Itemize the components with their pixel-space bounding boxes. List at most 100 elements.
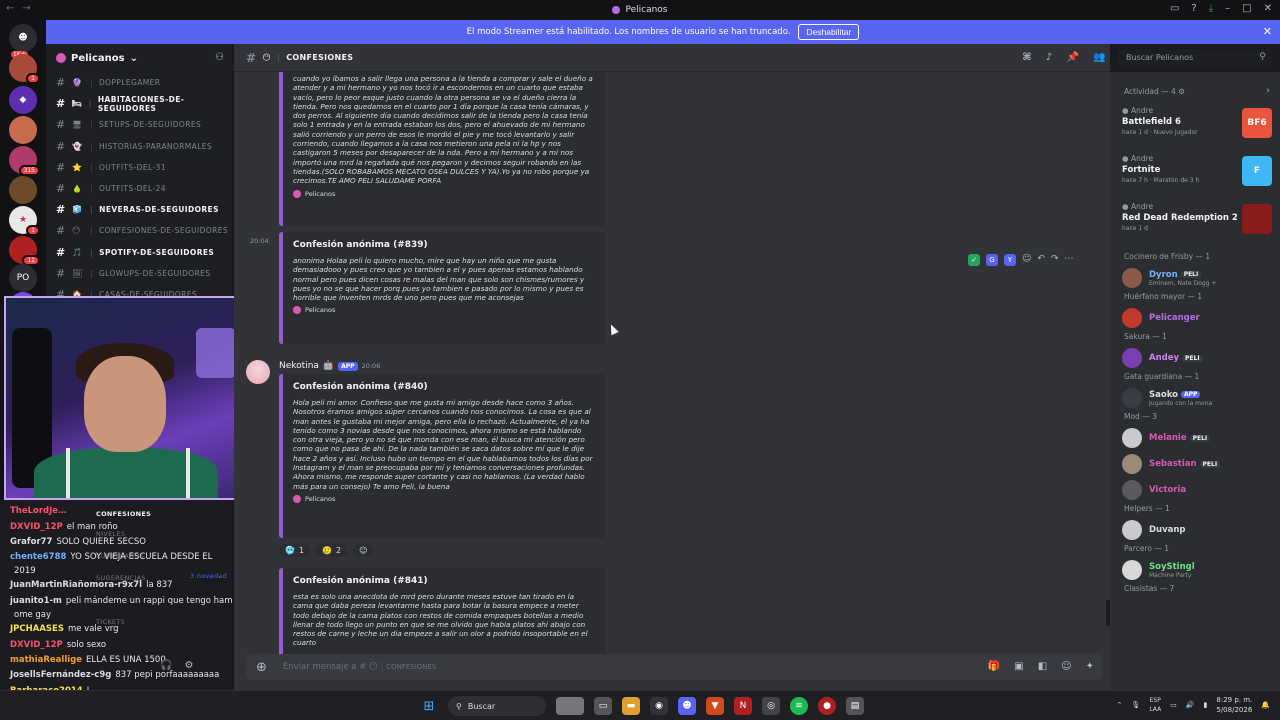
invite-icon[interactable]: ⚇	[215, 52, 224, 63]
member-item[interactable]: Melanie PELI	[1122, 424, 1274, 452]
chat-username[interactable]: JosellsFernández-c9g	[10, 670, 111, 680]
channel-item[interactable]: # 👻 | HISTORIAS-PARANORMALES	[46, 136, 232, 157]
y-reaction-icon[interactable]: Y	[1004, 254, 1016, 266]
download-icon[interactable]: ⤓	[1209, 3, 1213, 14]
member-item[interactable]: SoyStingl Machine Party	[1122, 556, 1274, 584]
reaction[interactable]: 🥲 2	[316, 544, 348, 557]
guild-header[interactable]: Pelicanos ⌄ ⚇	[46, 44, 232, 72]
notifications-icon[interactable]: 🔔	[1261, 701, 1270, 709]
gear-icon[interactable]: ⚙	[1178, 87, 1185, 96]
chat-username[interactable]: TheLordJe…	[10, 506, 67, 516]
activity-card[interactable]: ● Andre Battlefield 6 hace 1 d · Nuevo jug…	[1122, 106, 1274, 150]
channel-item[interactable]: # 🖥 | SETUPS-DE-SEGUIDORES	[46, 114, 232, 135]
help-icon[interactable]: ?	[1191, 3, 1196, 14]
netflix-icon[interactable]: N	[734, 697, 752, 715]
language-indicator[interactable]: ESP LAA	[1149, 696, 1161, 714]
activity-card[interactable]: ● Andre Fortnite hace 7 h · Maratón de 3 h…	[1122, 154, 1274, 198]
chat-username[interactable]: mathiaReallige	[10, 655, 82, 665]
chat-username[interactable]: Grafor77	[10, 537, 52, 547]
channel-item[interactable]: # 🖼 | GLOWUPS-DE-SEGUIDORES	[46, 263, 232, 284]
home-button[interactable]: ☻ 1K+	[9, 24, 37, 58]
message-composer[interactable]: ⊕ Enviar mensaje a # 😶 | CONFESIONES 🎁 ▣…	[246, 654, 1102, 680]
chevron-right-icon[interactable]: ›	[1266, 86, 1270, 96]
settings-icon[interactable]: ⚙	[184, 660, 193, 671]
check-reaction-icon[interactable]: ✓	[968, 254, 980, 266]
chrome-icon[interactable]: ◉	[650, 697, 668, 715]
chat-username[interactable]: DXVID_12P	[10, 522, 63, 532]
nav-arrows[interactable]: ←→	[6, 3, 39, 14]
task-view-icon[interactable]: ▭	[594, 697, 612, 715]
channel-item[interactable]: # ⭐ | OUTFITS-DEL-31	[46, 157, 232, 178]
discord-taskbar-icon[interactable]: ☻	[678, 697, 696, 715]
reaction[interactable]: 🥶 1	[279, 544, 311, 557]
maximize-icon[interactable]: □	[1242, 3, 1251, 14]
search-input[interactable]: Buscar Pelicanos ⚲	[1118, 49, 1272, 67]
member-item[interactable]: Dyron PELI Eminem, Nate Dogg +	[1122, 264, 1274, 292]
member-item[interactable]: Victoria	[1122, 476, 1274, 504]
minimize-icon[interactable]: –	[1225, 3, 1230, 14]
server-avatar[interactable]: PO	[9, 264, 37, 292]
more-icon[interactable]: ⋯	[1064, 254, 1073, 266]
disable-streamer-button[interactable]: Deshabilitar	[798, 24, 860, 40]
channel-item[interactable]: SUGERENCIAS	[96, 574, 146, 582]
server-avatar[interactable]: ◆	[9, 86, 37, 114]
chat-username[interactable]: DXVID_12P	[10, 640, 63, 650]
network-icon[interactable]: ▭	[1170, 701, 1177, 709]
chat-username[interactable]: chente6788	[10, 552, 66, 562]
pin-icon[interactable]: 📌	[1066, 52, 1079, 63]
battery-icon[interactable]: ▮	[1204, 701, 1208, 709]
chevron-up-icon[interactable]: ⌃	[1117, 701, 1123, 709]
channel-item[interactable]: NIVELES	[96, 530, 125, 538]
add-reaction-icon[interactable]: ☺	[1022, 254, 1031, 266]
member-item[interactable]: Duvanp	[1122, 516, 1274, 544]
avatar[interactable]	[246, 360, 270, 384]
volume-icon[interactable]: 🔊	[1186, 701, 1195, 709]
server-avatar[interactable]: 315	[9, 146, 40, 176]
add-attachment-icon[interactable]: ⊕	[256, 660, 267, 675]
brave-icon[interactable]: ▼	[706, 697, 724, 715]
mute-icon[interactable]: ♪	[1046, 52, 1053, 63]
member-item[interactable]: Sebastian PELI	[1122, 450, 1274, 478]
inbox-icon[interactable]: ▭	[1170, 3, 1179, 14]
widget-icon[interactable]	[556, 697, 584, 715]
channel-item[interactable]: # 🛏 | HABITACIONES-DE-SEGUIDORES	[46, 93, 232, 114]
obs-icon[interactable]: ◎	[762, 697, 780, 715]
activity-card[interactable]: ● Andre Red Dead Redemption 2 hace 1 d	[1122, 202, 1274, 246]
headphones-icon[interactable]: 🎧	[160, 660, 172, 671]
server-avatar[interactable]: 11	[9, 236, 40, 266]
windows-start-icon[interactable]: ⊞	[420, 697, 438, 715]
sticker-icon[interactable]: ◧	[1038, 661, 1047, 672]
threads-icon[interactable]: ⌘	[1022, 52, 1032, 63]
emoji-picker-icon[interactable]: ☺	[1061, 661, 1071, 672]
apps-icon[interactable]: ✦	[1086, 661, 1094, 672]
gif-icon[interactable]: ▣	[1014, 661, 1023, 672]
channel-item[interactable]: CUMPLEAÑOS	[96, 552, 144, 560]
reply-icon[interactable]: ↶	[1037, 254, 1045, 266]
mic-icon[interactable]: 🎙	[1131, 701, 1140, 709]
app-icon[interactable]: ▤	[846, 697, 864, 715]
channel-item[interactable]: # 🎵 | SPOTIFY-DE-SEGUIDORES	[46, 242, 232, 263]
channel-item[interactable]: TICKETS	[96, 618, 125, 626]
taskbar-search[interactable]: ⚲ Buscar	[448, 696, 546, 716]
members-icon[interactable]: 👥	[1093, 52, 1106, 63]
file-explorer-icon[interactable]: ▬	[622, 697, 640, 715]
server-avatar[interactable]	[9, 176, 37, 204]
record-icon[interactable]: ●	[818, 697, 836, 715]
server-avatar[interactable]: ★ 1	[9, 206, 40, 236]
channel-item[interactable]: # 🔮 | DOPPLEGAMER	[46, 72, 232, 93]
channel-item[interactable]: CONFESIONES	[96, 510, 151, 518]
close-window-icon[interactable]: ✕	[1264, 3, 1272, 14]
channel-item[interactable]: # 🧊 | NEVERAS-DE-SEGUIDORES	[46, 199, 232, 220]
member-item[interactable]: Andey PELI	[1122, 344, 1274, 372]
spotify-icon[interactable]: ≋	[790, 697, 808, 715]
author-name[interactable]: Nekotina	[279, 361, 319, 371]
forward-icon[interactable]: ↷	[1051, 254, 1059, 266]
gift-icon[interactable]: 🎁	[988, 661, 1000, 672]
server-avatar[interactable]: 1	[9, 54, 40, 84]
banner-close-icon[interactable]: ✕	[1263, 25, 1272, 38]
chat-username[interactable]: juanito1-m	[10, 596, 62, 606]
member-item[interactable]: Pelicanger	[1122, 304, 1274, 332]
channel-item[interactable]: # 😶 | CONFESIONES-DE-SEGUIDORES	[46, 220, 232, 241]
chat-username[interactable]: JPCHAASES	[10, 624, 64, 634]
g-reaction-icon[interactable]: G	[986, 254, 998, 266]
